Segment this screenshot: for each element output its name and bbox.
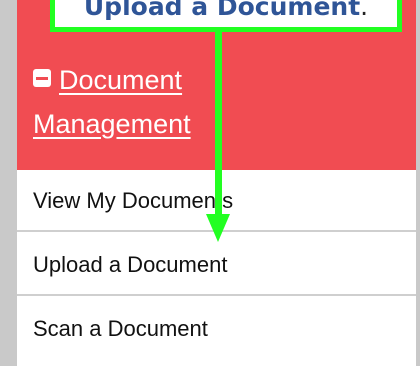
menu-item-scan-document[interactable]: Scan a Document: [17, 298, 416, 360]
callout-box: Upload a Document.: [50, 0, 402, 32]
menu-item-label: Upload a Document: [33, 252, 228, 277]
callout-suffix: .: [360, 0, 369, 21]
document-management-label[interactable]: Document Management: [33, 65, 191, 139]
left-edge: [0, 0, 17, 366]
callout-text: Upload a Document: [83, 0, 361, 21]
menu-item-upload-document[interactable]: Upload a Document: [17, 234, 416, 296]
menu-item-label: Scan a Document: [33, 316, 208, 341]
document-management-link[interactable]: Document Management: [33, 58, 263, 146]
arrow-shaft: [215, 28, 222, 214]
right-edge: [416, 0, 420, 366]
minus-square-icon[interactable]: [33, 69, 51, 87]
menu-item-label: View My Documents: [33, 188, 234, 213]
arrow-down-icon: [206, 214, 230, 242]
page-frame: Document Management View My Documents Up…: [0, 0, 420, 366]
